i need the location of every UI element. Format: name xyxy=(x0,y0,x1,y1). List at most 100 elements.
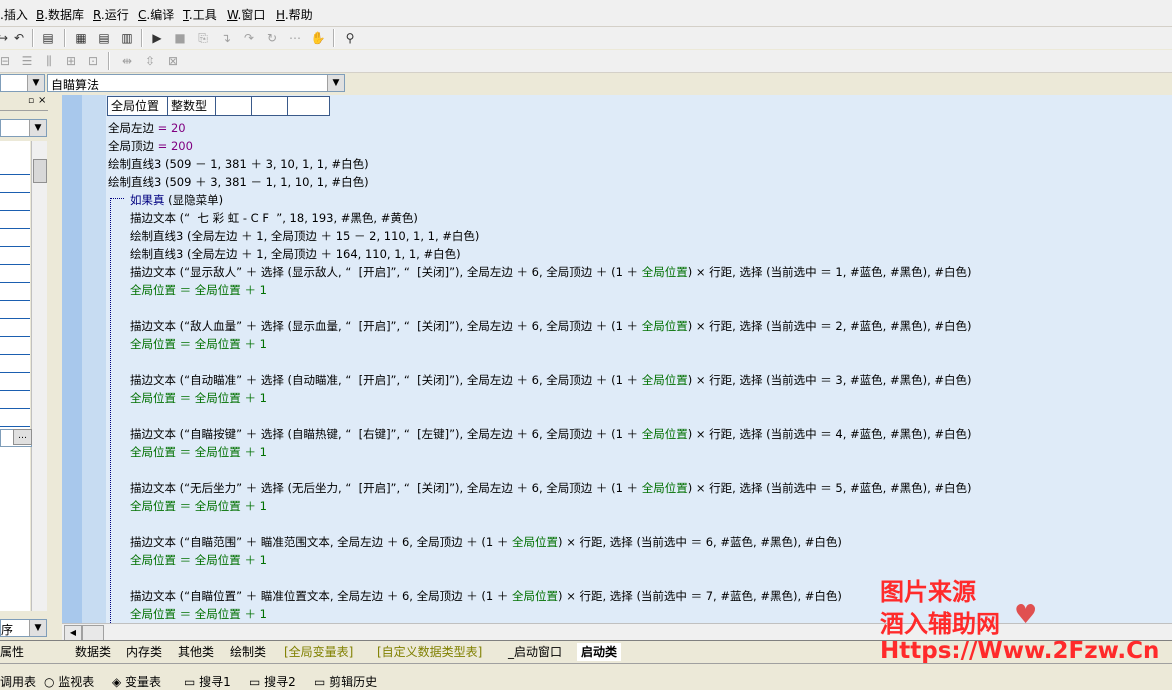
list-item[interactable] xyxy=(0,265,30,283)
list-item[interactable] xyxy=(0,229,30,247)
tab-draw[interactable]: 绘制类 xyxy=(230,643,266,661)
scroll-left-icon[interactable]: ◀ xyxy=(64,625,82,641)
binoculars-icon[interactable]: ⚲ xyxy=(341,29,359,47)
step-into-icon[interactable]: ↴ xyxy=(217,29,235,47)
layout3-icon[interactable]: ▥ xyxy=(118,29,136,47)
align-top-icon[interactable]: ☰ xyxy=(18,52,36,70)
code-line[interactable]: 描边文本 (“自瞄范围” ＋ 瞄准范围文本, 全局左边 ＋ 6, 全局顶边 ＋ … xyxy=(130,533,842,551)
same-height-icon[interactable]: ⇳ xyxy=(141,52,159,70)
search1-tab[interactable]: ▭ 搜寻1 xyxy=(184,673,231,690)
same-size-icon[interactable]: ⊠ xyxy=(164,52,182,70)
list-item[interactable] xyxy=(0,409,30,427)
list-item[interactable] xyxy=(0,355,30,373)
tab-start-window[interactable]: _启动窗口 xyxy=(508,643,562,661)
stop-icon[interactable]: ■ xyxy=(171,29,189,47)
menu-database[interactable]: B.数据库 xyxy=(36,6,84,23)
scrollbar[interactable] xyxy=(31,141,47,611)
code-line[interactable]: 全局位置 ＝ 全局位置 ＋ 1 xyxy=(130,389,267,407)
scrollbar-thumb[interactable] xyxy=(82,625,104,641)
tab-other[interactable]: 其他类 xyxy=(178,643,214,661)
list-item[interactable] xyxy=(0,193,30,211)
code-line[interactable]: 绘制直线3 (509 － 1, 381 ＋ 3, 10, 1, 1, #白色) xyxy=(108,155,369,173)
align-left-icon[interactable]: ⊟ xyxy=(0,52,14,70)
code-line[interactable]: 绘制直线3 (全局左边 ＋ 1, 全局顶边 ＋ 15 － 2, 110, 1, … xyxy=(130,227,479,245)
watch-tab[interactable]: ○ 监视表 xyxy=(44,673,94,690)
scrollbar-thumb[interactable] xyxy=(33,159,47,183)
var-flag-cell[interactable] xyxy=(251,96,288,116)
callstack-tab[interactable]: 调用表 xyxy=(0,673,36,690)
list-item[interactable] xyxy=(0,391,30,409)
object-combo[interactable]: ▼ xyxy=(0,74,45,92)
tab-properties[interactable]: 属性 xyxy=(0,643,24,661)
find-icon[interactable]: ▤ xyxy=(39,29,57,47)
list-item[interactable] xyxy=(0,157,30,175)
variables-tab[interactable]: ◈ 变量表 xyxy=(112,673,161,690)
step-icon[interactable]: ⎘ xyxy=(194,29,212,47)
tab-custom-types[interactable]: [自定义数据类型表] xyxy=(377,643,482,661)
code-line[interactable]: 如果真 (显隐菜单) xyxy=(130,191,223,209)
undo-icon[interactable]: ↶ xyxy=(10,29,28,47)
close-icon[interactable]: × xyxy=(38,95,46,106)
run-icon[interactable]: ▶ xyxy=(148,29,166,47)
code-line[interactable]: 全局位置 ＝ 全局位置 ＋ 1 xyxy=(130,551,267,569)
list-item[interactable] xyxy=(0,319,30,337)
code-line[interactable]: 全局位置 ＝ 全局位置 ＋ 1 xyxy=(130,335,267,353)
tab-start-class[interactable]: 启动类 xyxy=(577,643,622,661)
list-item[interactable] xyxy=(0,211,30,229)
code-line[interactable]: 描边文本 (“ 七 彩 虹 - C F ”, 18, 193, #黑色, #黄色… xyxy=(130,209,418,227)
same-width-icon[interactable]: ⇹ xyxy=(118,52,136,70)
list-item[interactable] xyxy=(0,175,30,193)
code-line[interactable]: 全局位置 ＝ 全局位置 ＋ 1 xyxy=(130,497,267,515)
ellipsis-button[interactable]: … xyxy=(13,429,32,445)
code-line[interactable]: 全局位置 ＝ 全局位置 ＋ 1 xyxy=(130,443,267,461)
chevron-down-icon[interactable]: ▼ xyxy=(29,620,46,636)
menu-run[interactable]: R.运行 xyxy=(93,6,129,23)
var-name-cell[interactable]: 全局位置 xyxy=(107,96,168,116)
hand-icon[interactable]: ✋ xyxy=(309,29,327,47)
code-editor[interactable]: 全局位置 整数型 全局左边 = 20 全局顶边 = 200 绘制直线3 (509… xyxy=(62,95,1172,623)
panel-combo[interactable]: ▼ xyxy=(0,119,47,137)
clipboard-tab[interactable]: ▭ 剪辑历史 xyxy=(314,673,377,690)
code-line[interactable]: 绘制直线3 (509 ＋ 3, 381 － 1, 1, 10, 1, #白色) xyxy=(108,173,369,191)
code-line[interactable]: 描边文本 (“自瞄按键” ＋ 选择 (自瞄热键, “ [右键]”, “ [左键]… xyxy=(130,425,972,443)
code-line[interactable]: 描边文本 (“敌人血量” ＋ 选择 (显示血量, “ [开启]”, “ [关闭]… xyxy=(130,317,972,335)
code-line[interactable]: 描边文本 (“无后坐力” ＋ 选择 (无后坐力, “ [开启]”, “ [关闭]… xyxy=(130,479,972,497)
menu-compile[interactable]: C.编译 xyxy=(138,6,174,23)
step-out-icon[interactable]: ↻ xyxy=(263,29,281,47)
menu-tools[interactable]: T.工具 xyxy=(183,6,217,23)
splitter[interactable] xyxy=(48,95,61,640)
align-center-icon[interactable]: ⫼ xyxy=(40,52,58,70)
tab-data[interactable]: 数据类 xyxy=(75,643,111,661)
code-line[interactable]: 全局位置 ＝ 全局位置 ＋ 1 xyxy=(130,605,267,623)
layout2-icon[interactable]: ▤ xyxy=(95,29,113,47)
var-note-cell[interactable] xyxy=(287,96,330,116)
maximize-icon[interactable]: ▫ xyxy=(28,96,34,106)
menu-window[interactable]: W.窗口 xyxy=(227,6,265,23)
sort-combo[interactable]: 序 ▼ xyxy=(0,619,47,637)
chevron-down-icon[interactable]: ▼ xyxy=(27,75,44,91)
method-combo[interactable]: 自瞄算法 ▼ xyxy=(47,74,345,92)
code-line[interactable]: 全局顶边 = 200 xyxy=(108,137,193,155)
chevron-down-icon[interactable]: ▼ xyxy=(29,120,46,136)
step-over-icon[interactable]: ↷ xyxy=(240,29,258,47)
code-line[interactable]: 描边文本 (“显示敌人” ＋ 选择 (显示敌人, “ [开启]”, “ [关闭]… xyxy=(130,263,972,281)
code-line[interactable]: 描边文本 (“自瞄位置” ＋ 瞄准位置文本, 全局左边 ＋ 6, 全局顶边 ＋ … xyxy=(130,587,842,605)
var-type-cell[interactable]: 整数型 xyxy=(167,96,216,116)
menu-help[interactable]: H.帮助 xyxy=(276,6,313,23)
list-item[interactable] xyxy=(0,283,30,301)
tab-global-vars[interactable]: [全局变量表] xyxy=(284,643,353,661)
list-item[interactable] xyxy=(0,301,30,319)
code-line[interactable]: 全局位置 ＝ 全局位置 ＋ 1 xyxy=(130,281,267,299)
run-to-cursor-icon[interactable]: ⋯ xyxy=(286,29,304,47)
code-line[interactable]: 全局左边 = 20 xyxy=(108,119,186,137)
list-item[interactable] xyxy=(0,373,30,391)
list-item[interactable] xyxy=(0,337,30,355)
layout1-icon[interactable]: ▦ xyxy=(72,29,90,47)
tab-memory[interactable]: 内存类 xyxy=(126,643,162,661)
code-line[interactable]: 绘制直线3 (全局左边 ＋ 1, 全局顶边 ＋ 164, 110, 1, 1, … xyxy=(130,245,461,263)
align-bottom-icon[interactable]: ⊡ xyxy=(84,52,102,70)
chevron-down-icon[interactable]: ▼ xyxy=(327,75,344,91)
search2-tab[interactable]: ▭ 搜寻2 xyxy=(249,673,296,690)
align-middle-icon[interactable]: ⊞ xyxy=(62,52,80,70)
menu-insert[interactable]: .插入 xyxy=(0,6,28,23)
